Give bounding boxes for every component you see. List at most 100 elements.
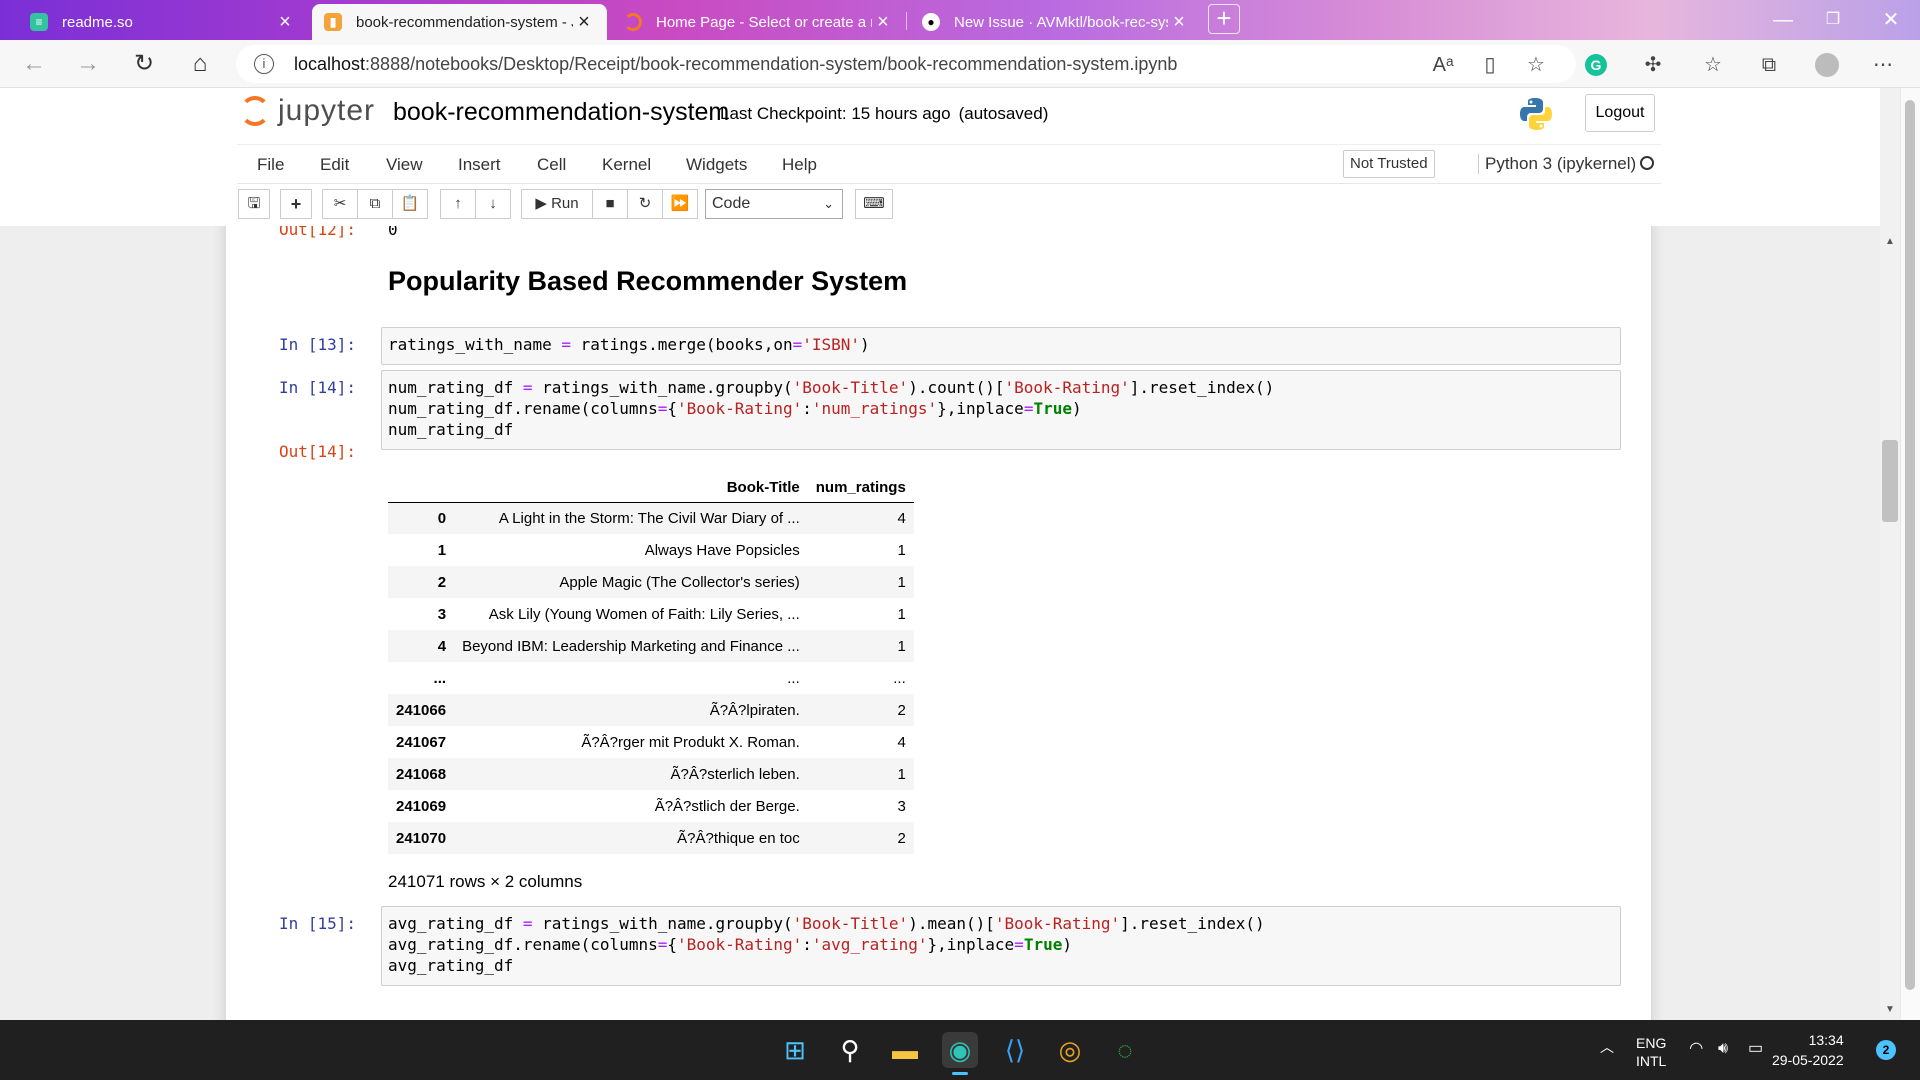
- extensions-icon[interactable]: ✣: [1640, 52, 1666, 78]
- row-index: ...: [433, 669, 447, 687]
- chrome-icon[interactable]: ◎: [1052, 1032, 1088, 1068]
- menu-help[interactable]: Help: [782, 155, 817, 175]
- menu-widgets[interactable]: Widgets: [686, 155, 747, 175]
- file-explorer-icon[interactable]: ▬: [887, 1032, 923, 1068]
- menu-bar-inner: File Edit View Insert Cell Kernel Widget…: [237, 144, 1661, 184]
- menu-insert[interactable]: Insert: [458, 155, 501, 175]
- row-index: 1: [437, 541, 447, 559]
- menu-kernel[interactable]: Kernel: [602, 155, 651, 175]
- tab-home-page[interactable]: Home Page - Select or create a notebook …: [612, 4, 906, 40]
- clock-time: 13:34: [1808, 1032, 1844, 1048]
- code-cell-14[interactable]: num_rating_df = ratings_with_name.groupb…: [381, 370, 1621, 450]
- tab-title: book-recommendation-system - Jupyter: [356, 13, 573, 31]
- book-title-cell: Ã?Â?rger mit Produkt X. Roman.: [581, 733, 800, 751]
- notification-badge[interactable]: 2: [1876, 1040, 1896, 1060]
- battery-icon[interactable]: ▭: [1748, 1040, 1763, 1058]
- book-title-cell: Ã?Â?stlich der Berge.: [654, 797, 800, 815]
- collections-icon[interactable]: ⧉: [1756, 52, 1782, 78]
- clock[interactable]: 13:34 29-05-2022: [1772, 1030, 1844, 1070]
- copy-cells-icon[interactable]: ⧉: [357, 189, 393, 219]
- menu-edit[interactable]: Edit: [320, 155, 349, 175]
- row-index: 241068: [396, 765, 447, 783]
- grammarly-icon[interactable]: G: [1585, 54, 1607, 76]
- section-heading: Popularity Based Recommender System: [388, 266, 908, 296]
- vscode-icon[interactable]: ⟨⟩: [997, 1032, 1033, 1068]
- window-close-icon[interactable]: ✕: [1868, 6, 1914, 34]
- add-favorite-icon[interactable]: ☆: [1523, 52, 1549, 78]
- close-tab-icon[interactable]: ×: [872, 11, 894, 34]
- home-icon[interactable]: ⌂: [184, 48, 216, 80]
- notebook-scrollbar[interactable]: ▲ ▼: [1880, 88, 1900, 1020]
- notebook-name[interactable]: book-recommendation-system: [393, 98, 729, 127]
- num-ratings-cell: 3: [897, 797, 906, 815]
- interrupt-kernel-icon[interactable]: ■: [592, 189, 628, 219]
- restart-run-all-icon[interactable]: ⏩: [662, 189, 698, 219]
- read-aloud-icon[interactable]: Aᵃ: [1430, 52, 1456, 78]
- trust-indicator[interactable]: Not Trusted: [1343, 150, 1435, 178]
- checkpoint-text: Last Checkpoint: 15 hours ago: [720, 104, 951, 123]
- notebook-toolbar: 🖫 + ✂ ⧉ 📋 ↑ ↓ ▶ Run ■ ↻ ⏩ Code ⌄ ⌨: [0, 184, 1900, 226]
- cell-type-select[interactable]: Code ⌄: [705, 189, 843, 219]
- url-field[interactable]: i localhost:8888/notebooks/Desktop/Recei…: [236, 45, 1576, 83]
- code-cell-15[interactable]: avg_rating_df = ratings_with_name.groupb…: [381, 906, 1621, 986]
- refresh-icon[interactable]: ↻: [128, 48, 160, 80]
- profile-avatar[interactable]: [1815, 53, 1839, 77]
- tab-jupyter-notebook[interactable]: ▮ book-recommendation-system - Jupyter ×: [312, 4, 607, 40]
- kernel-name[interactable]: Python 3 (ipykernel): [1478, 154, 1636, 174]
- jupyter-logo[interactable]: jupyter: [240, 94, 375, 128]
- page-scrollbar[interactable]: [1900, 88, 1920, 1020]
- restore-icon[interactable]: ❐: [1810, 6, 1856, 34]
- back-icon[interactable]: ←: [18, 48, 50, 80]
- new-tab-button[interactable]: +: [1208, 4, 1240, 34]
- insert-cell-below-icon[interactable]: +: [280, 189, 312, 219]
- book-title-cell: Ask Lily (Young Women of Faith: Lily Ser…: [488, 605, 800, 623]
- tab-github-issue[interactable]: ● New Issue · AVMktl/book-rec-system ×: [910, 4, 1202, 40]
- forward-icon[interactable]: →: [72, 48, 104, 80]
- tab-readme[interactable]: ≡ readme.so ×: [18, 4, 308, 40]
- language-indicator[interactable]: ENG INTL: [1636, 1034, 1666, 1070]
- index-header: [388, 474, 455, 503]
- close-tab-icon[interactable]: ×: [573, 11, 595, 34]
- command-palette-keyboard-icon[interactable]: ⌨: [855, 189, 893, 219]
- code-cell-13[interactable]: ratings_with_name = ratings.merge(books,…: [381, 327, 1621, 365]
- scroll-up-icon[interactable]: ▲: [1885, 236, 1895, 247]
- jupyter-logo-text: jupyter: [278, 94, 376, 127]
- output-12-value: 0: [388, 226, 398, 239]
- favorites-icon[interactable]: ☆: [1700, 52, 1726, 78]
- in-prompt-13: In [13]:: [278, 335, 356, 354]
- close-tab-icon[interactable]: ×: [1168, 11, 1190, 34]
- page-scrollbar-thumb[interactable]: [1905, 100, 1915, 990]
- jupyter-header: jupyter book-recommendation-system Last …: [0, 88, 1900, 144]
- tab-title: Home Page - Select or create a notebook: [656, 13, 872, 31]
- start-icon[interactable]: ⊞: [777, 1032, 813, 1068]
- table-row: 241066 Ã?Â?lpiraten. 2: [388, 694, 914, 726]
- close-tab-icon[interactable]: ×: [274, 11, 296, 34]
- notebook-scrollbar-thumb[interactable]: [1882, 440, 1898, 522]
- scroll-down-icon[interactable]: ▼: [1885, 1004, 1895, 1015]
- column-header: Book-Title: [454, 474, 808, 503]
- cut-cells-icon[interactable]: ✂: [322, 189, 358, 219]
- menu-cell[interactable]: Cell: [537, 155, 566, 175]
- github-icon: ●: [922, 13, 940, 31]
- menu-file[interactable]: File: [257, 155, 284, 175]
- show-hidden-icons-icon[interactable]: ︿: [1600, 1038, 1614, 1056]
- more-options-icon[interactable]: ⋯: [1870, 52, 1896, 78]
- minimize-icon[interactable]: —: [1760, 6, 1806, 34]
- wifi-icon[interactable]: ◜◝: [1690, 1040, 1702, 1058]
- menu-view[interactable]: View: [386, 155, 423, 175]
- row-index: 241070: [396, 829, 447, 847]
- edge-browser-icon[interactable]: ◉: [942, 1032, 978, 1068]
- move-cell-down-icon[interactable]: ↓: [475, 189, 511, 219]
- jupyter-app-icon[interactable]: ◌: [1107, 1032, 1143, 1068]
- save-icon[interactable]: 🖫: [238, 189, 270, 219]
- table-row: .........: [388, 662, 914, 694]
- volume-icon[interactable]: 🔊︎: [1718, 1040, 1728, 1058]
- site-info-icon[interactable]: i: [254, 54, 274, 74]
- restart-kernel-icon[interactable]: ↻: [627, 189, 663, 219]
- logout-button[interactable]: Logout: [1585, 94, 1655, 132]
- search-icon[interactable]: ⚲: [832, 1032, 868, 1068]
- immersive-reader-icon[interactable]: ▯: [1477, 52, 1503, 78]
- move-cell-up-icon[interactable]: ↑: [440, 189, 476, 219]
- paste-cells-icon[interactable]: 📋: [392, 189, 428, 219]
- run-button[interactable]: ▶ Run: [521, 189, 593, 219]
